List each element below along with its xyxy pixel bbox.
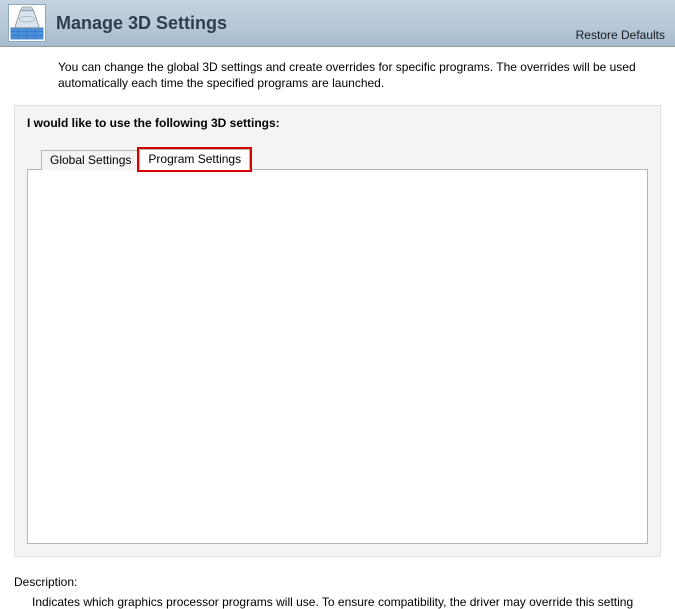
description-block: Description: Indicates which graphics pr… [14, 575, 661, 609]
tab-global-settings[interactable]: Global Settings [41, 150, 140, 170]
tab-program-settings[interactable]: Program Settings [139, 149, 250, 170]
app-3d-icon [8, 4, 46, 42]
intro-text: You can change the global 3D settings an… [0, 47, 675, 99]
description-text: Indicates which graphics processor progr… [14, 595, 661, 609]
settings-panel: I would like to use the following 3D set… [14, 105, 661, 557]
header-bar: Manage 3D Settings Restore Defaults [0, 0, 675, 47]
page-title: Manage 3D Settings [56, 13, 227, 34]
panel-title: I would like to use the following 3D set… [27, 116, 648, 130]
tabs-row: Global Settings Program Settings [41, 148, 648, 169]
tab-content-area [27, 169, 648, 544]
restore-defaults-link[interactable]: Restore Defaults [576, 28, 665, 42]
description-label: Description: [14, 575, 661, 589]
